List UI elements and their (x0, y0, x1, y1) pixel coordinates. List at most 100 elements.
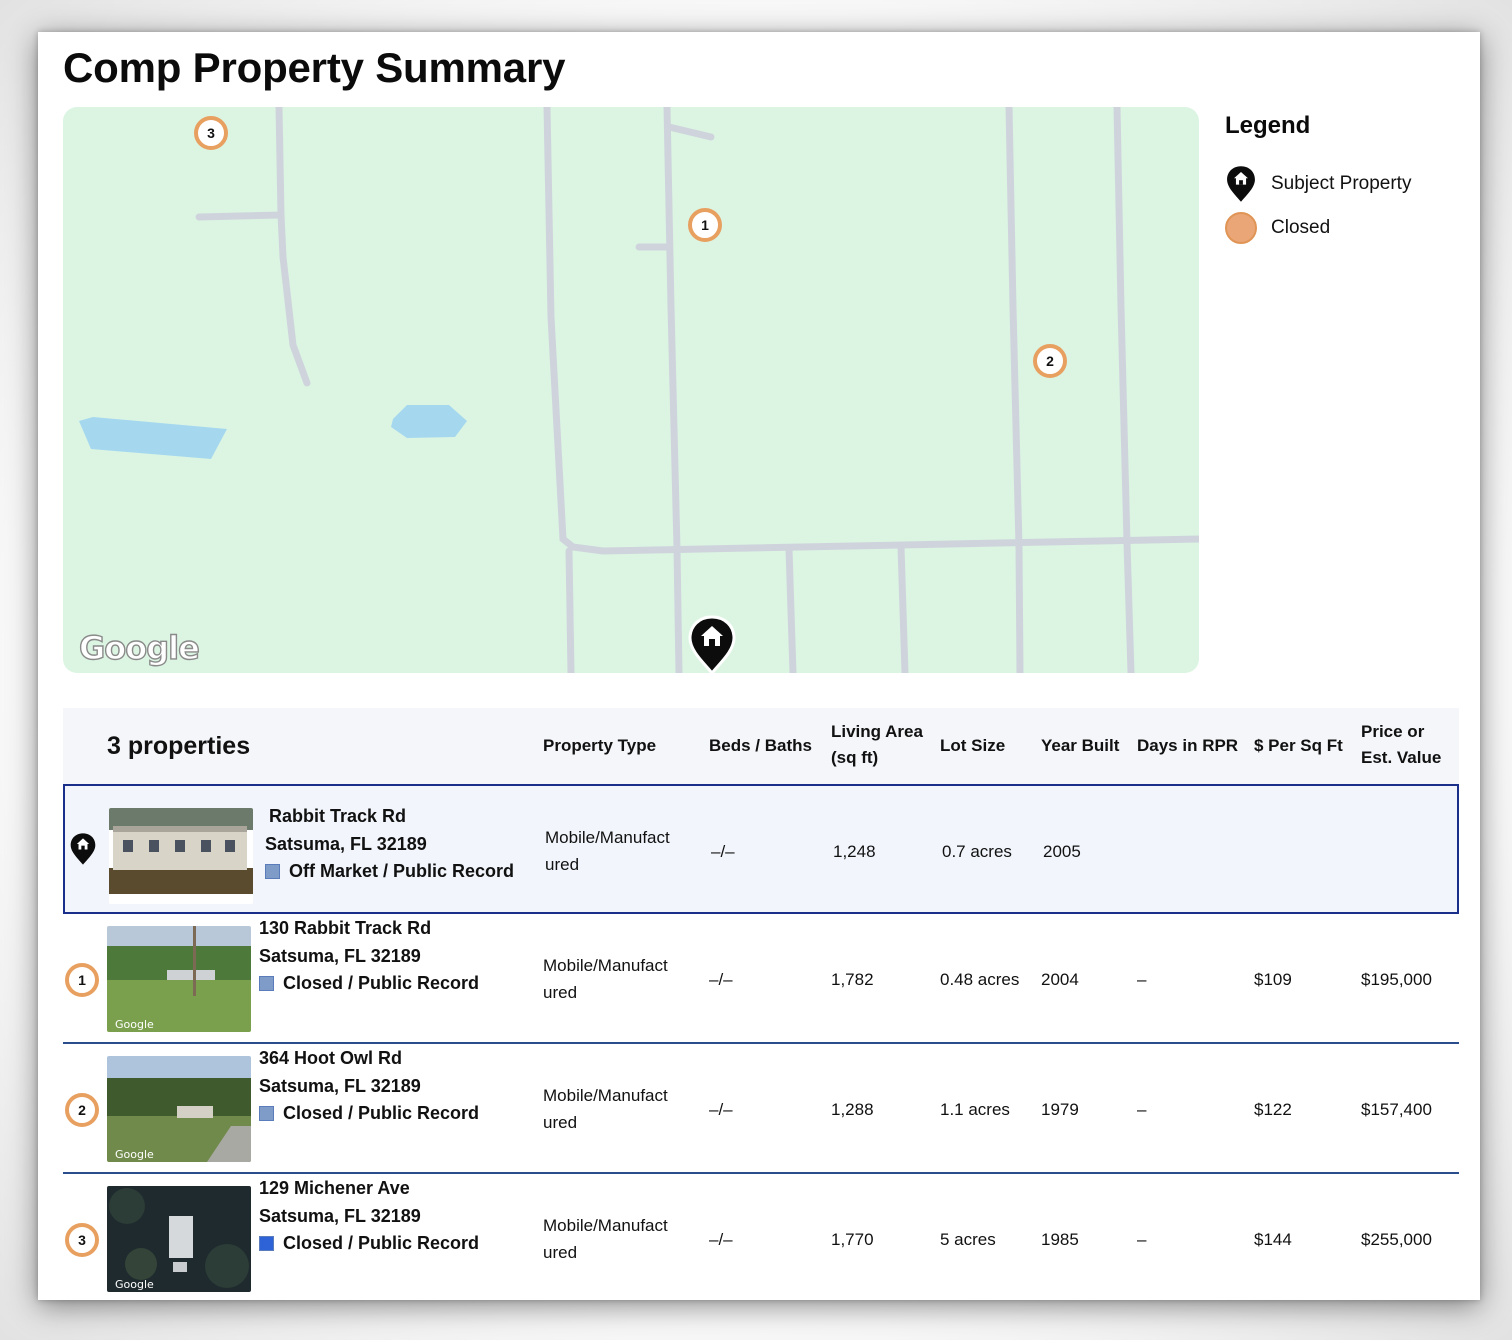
comp-pin-label: 3 (207, 125, 215, 141)
legend-item-closed: Closed (1225, 206, 1465, 250)
header-line: Living Area (831, 722, 923, 741)
property-type-line: ured (545, 855, 580, 874)
comp-pin-label: 1 (701, 217, 709, 233)
closed-circle-icon (1225, 212, 1257, 244)
header-line: (sq ft) (831, 748, 879, 767)
photo-credit: Google (115, 1278, 154, 1291)
property-count: 3 properties (107, 732, 251, 760)
street-address[interactable]: 130 Rabbit Track Rd (259, 914, 479, 942)
status-label: Closed / Public Record (283, 973, 480, 993)
header-property-type[interactable]: Property Type (543, 733, 656, 759)
living-area: 1,288 (831, 1100, 874, 1119)
listing-status: Off Market / Public Record (265, 858, 514, 885)
lot-size: 0.48 acres (940, 970, 1020, 989)
city-state-zip: Satsuma, FL 32189 (265, 834, 427, 854)
map-view[interactable]: Google 1 2 3 (63, 107, 1199, 673)
legend-label: Closed (1271, 217, 1331, 238)
per-sq-ft: $144 (1254, 1230, 1292, 1249)
days-in-rpr: – (1137, 970, 1147, 989)
legend-title: Legend (1225, 112, 1311, 139)
address-block: 129 Michener Ave Satsuma, FL 32189 Close… (259, 1174, 479, 1257)
legend-item-subject: Subject Property (1225, 162, 1465, 206)
map-legend: Legend Subject Property Closed (1225, 112, 1465, 250)
property-type: Mobile/Manufact ured (543, 952, 668, 1006)
days-in-rpr: – (1137, 1100, 1147, 1119)
header-living-area[interactable]: Living Area (sq ft) (831, 719, 923, 771)
city-state-zip: Satsuma, FL 32189 (259, 1206, 421, 1226)
comp-marker: 3 (65, 1223, 99, 1257)
page-title: Comp Property Summary (63, 44, 566, 91)
pond-shape (391, 405, 467, 438)
street-address[interactable]: 129 Michener Ave (259, 1174, 479, 1202)
status-label: Off Market / Public Record (289, 861, 515, 881)
street-address[interactable]: 364 Hoot Owl Rd (259, 1044, 479, 1072)
property-type-line: Mobile/Manufact (543, 956, 668, 975)
status-swatch-icon (259, 1236, 274, 1251)
status-swatch-icon (259, 1106, 274, 1121)
header-year-built[interactable]: Year Built (1041, 733, 1119, 759)
city-state-zip: Satsuma, FL 32189 (259, 946, 421, 966)
comp-marker: 2 (65, 1093, 99, 1127)
status-swatch-icon (265, 864, 280, 879)
address-block: Rabbit Track Rd Satsuma, FL 32189 Off Ma… (265, 802, 514, 885)
header-lot-size[interactable]: Lot Size (940, 733, 1005, 759)
price: $255,000 (1361, 1230, 1432, 1249)
comp-pin-3[interactable]: 3 (194, 116, 228, 150)
google-logo: Google (78, 628, 200, 667)
comp-number-badge: 1 (65, 963, 99, 997)
comp-number-badge: 3 (65, 1223, 99, 1257)
property-photo[interactable] (109, 808, 253, 904)
map-roads (79, 107, 1199, 673)
days-in-rpr: – (1137, 1230, 1147, 1249)
price: $195,000 (1361, 970, 1432, 989)
beds-baths: –/– (709, 970, 733, 989)
year-built: 1979 (1041, 1100, 1079, 1119)
table-row-subject[interactable]: Rabbit Track Rd Satsuma, FL 32189 Off Ma… (63, 784, 1459, 914)
header-line: Price or (1361, 722, 1425, 741)
header-price[interactable]: Price or Est. Value (1361, 719, 1441, 771)
property-photo[interactable]: Google (107, 1056, 251, 1162)
photo-credit: Google (115, 1148, 154, 1161)
table-row[interactable]: 3 Google 129 Michener Ave Satsuma, FL 32… (63, 1174, 1459, 1300)
header-days-in-rpr[interactable]: Days in RPR (1137, 733, 1238, 759)
lot-size: 0.7 acres (942, 842, 1012, 861)
address-block: 364 Hoot Owl Rd Satsuma, FL 32189 Closed… (259, 1044, 479, 1127)
table-header: 3 properties Property Type Beds / Baths … (63, 708, 1459, 784)
property-type-line: Mobile/Manufact (543, 1086, 668, 1105)
status-swatch-icon (259, 976, 274, 991)
property-type-line: ured (543, 1243, 578, 1262)
year-built: 2004 (1041, 970, 1079, 989)
price: $157,400 (1361, 1100, 1432, 1119)
comp-number-badge: 2 (65, 1093, 99, 1127)
subject-property-pin-icon[interactable] (687, 615, 737, 673)
property-photo[interactable]: Google (107, 926, 251, 1032)
header-per-sq-ft[interactable]: $ Per Sq Ft (1254, 733, 1343, 759)
street-address[interactable]: Rabbit Track Rd (269, 802, 514, 830)
legend-label: Subject Property (1271, 173, 1412, 194)
property-photo[interactable]: Google (107, 1186, 251, 1292)
city-state-zip: Satsuma, FL 32189 (259, 1076, 421, 1096)
report-page: Comp Property Summary Google 1 2 3 Legen… (38, 32, 1480, 1300)
comp-pin-1[interactable]: 1 (688, 208, 722, 242)
status-label: Closed / Public Record (283, 1233, 480, 1253)
property-type: Mobile/Manufact ured (543, 1082, 668, 1136)
per-sq-ft: $122 (1254, 1100, 1292, 1119)
comp-table: 3 properties Property Type Beds / Baths … (63, 708, 1459, 1300)
comp-pin-2[interactable]: 2 (1033, 344, 1067, 378)
comp-marker: 1 (65, 963, 99, 997)
comp-pin-label: 2 (1046, 353, 1054, 369)
year-built: 1985 (1041, 1230, 1079, 1249)
property-type-line: ured (543, 1113, 578, 1132)
status-label: Closed / Public Record (283, 1103, 480, 1123)
table-row[interactable]: 1 Google 130 Rabbit Track Rd Satsuma, FL… (63, 914, 1459, 1044)
property-type-line: Mobile/Manufact (543, 1216, 668, 1235)
beds-baths: –/– (711, 842, 735, 861)
property-type: Mobile/Manufact ured (545, 824, 670, 878)
listing-status: Closed / Public Record (259, 970, 479, 997)
header-beds-baths[interactable]: Beds / Baths (709, 733, 812, 759)
table-row[interactable]: 2 Google 364 Hoot Owl Rd Satsuma, FL 321… (63, 1044, 1459, 1174)
property-type-line: ured (543, 983, 578, 1002)
beds-baths: –/– (709, 1100, 733, 1119)
lot-size: 5 acres (940, 1230, 996, 1249)
header-line: Est. Value (1361, 748, 1442, 767)
